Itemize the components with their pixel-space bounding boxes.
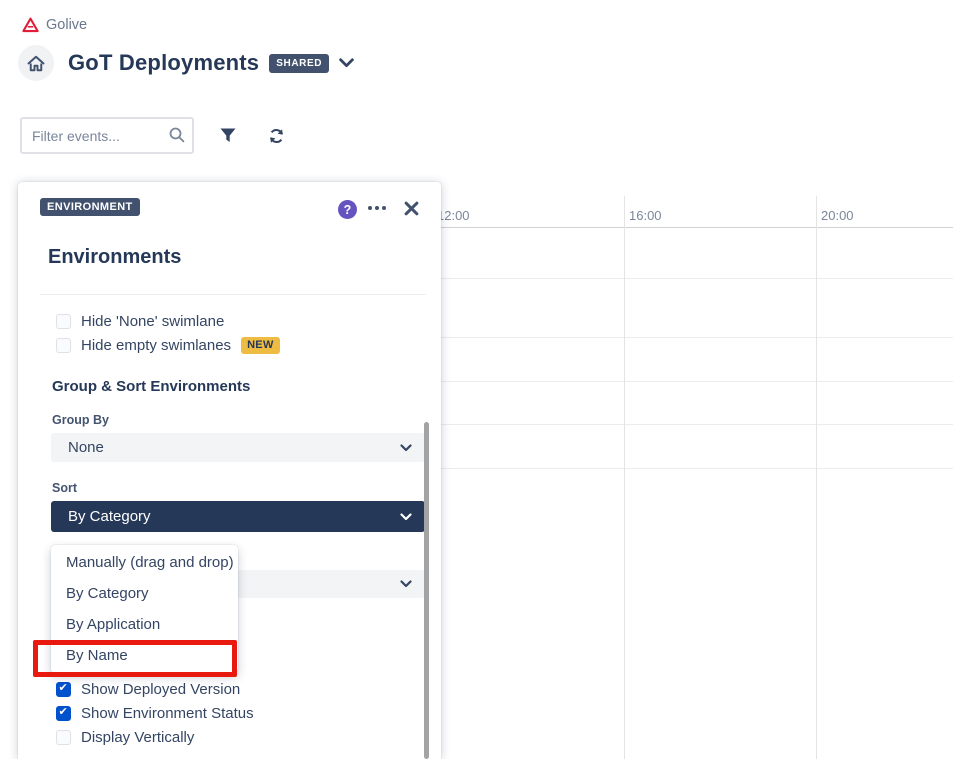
swimlane-row-line xyxy=(420,424,953,425)
sort-value: By Category xyxy=(51,508,151,525)
chevron-down-icon xyxy=(400,444,412,452)
checkbox[interactable] xyxy=(56,706,71,721)
ellipsis-icon xyxy=(368,206,372,210)
checkbox-show-environment-status[interactable]: Show Environment Status xyxy=(56,703,254,723)
checkbox[interactable] xyxy=(56,338,71,353)
chevron-down-icon xyxy=(400,513,412,521)
checkbox-hide-empty-swimlanes[interactable]: Hide empty swimlanes NEW xyxy=(56,335,280,355)
checkbox-label: Show Environment Status xyxy=(81,705,254,722)
search-icon xyxy=(169,127,185,143)
checkbox-label: Hide empty swimlanes xyxy=(81,337,231,354)
filter-funnel-button[interactable] xyxy=(216,124,240,147)
panel-title: Environments xyxy=(48,246,181,269)
swimlane-row-line xyxy=(420,468,953,469)
menu-item-by-category[interactable]: By Category xyxy=(51,578,238,609)
checkbox-label: Show Deployed Version xyxy=(81,681,240,698)
refresh-icon xyxy=(268,128,285,144)
page-title: GoT Deployments xyxy=(68,50,259,76)
swimlane-row-line xyxy=(420,381,953,382)
title-row: GoT Deployments SHARED xyxy=(18,45,354,81)
time-label: 12:00 xyxy=(437,208,470,223)
close-button[interactable] xyxy=(402,199,421,218)
close-icon xyxy=(404,201,419,216)
checkbox-label: Hide 'None' swimlane xyxy=(81,313,224,330)
panel-scrollbar-thumb[interactable] xyxy=(424,422,429,759)
brand-row: Golive xyxy=(22,17,87,33)
time-gridline-20 xyxy=(816,196,817,759)
checkbox-label: Display Vertically xyxy=(81,729,194,746)
title-chevron-down-icon[interactable] xyxy=(339,58,354,68)
checkbox[interactable] xyxy=(56,314,71,329)
sort-select[interactable]: By Category xyxy=(51,501,425,532)
chevron-down-icon xyxy=(400,580,412,588)
filter-field xyxy=(20,117,194,154)
timeline-header-line xyxy=(420,227,953,228)
toolbar xyxy=(20,117,289,154)
more-options-button[interactable] xyxy=(368,206,386,210)
swimlane-row-line xyxy=(420,337,953,338)
menu-item-by-application[interactable]: By Application xyxy=(51,609,238,640)
menu-item-manually[interactable]: Manually (drag and drop) xyxy=(51,547,238,578)
shared-badge: SHARED xyxy=(269,54,329,73)
question-mark-icon: ? xyxy=(344,203,352,217)
swimlane-row-line xyxy=(420,278,953,279)
golive-logo-icon xyxy=(22,17,39,33)
help-button[interactable]: ? xyxy=(338,200,357,219)
sort-dropdown-menu: Manually (drag and drop) By Category By … xyxy=(51,545,238,673)
checkbox-show-deployed-version[interactable]: Show Deployed Version xyxy=(56,679,240,699)
time-gridline-16 xyxy=(624,196,625,759)
checkbox[interactable] xyxy=(56,730,71,745)
home-button[interactable] xyxy=(18,45,54,81)
time-label: 20:00 xyxy=(821,208,854,223)
refresh-button[interactable] xyxy=(264,124,289,148)
time-label: 16:00 xyxy=(629,208,662,223)
sort-label: Sort xyxy=(52,481,77,495)
group-by-value: None xyxy=(51,439,104,456)
new-badge: NEW xyxy=(241,337,280,354)
golive-app: 12:00 16:00 20:00 Golive GoT Deployments… xyxy=(0,0,953,759)
filter-events-input[interactable] xyxy=(20,117,194,154)
menu-item-by-name[interactable]: By Name xyxy=(51,640,238,671)
environment-type-badge: ENVIRONMENT xyxy=(40,198,140,216)
group-by-select[interactable]: None xyxy=(51,433,425,462)
filter-funnel-icon xyxy=(220,128,236,143)
group-by-label: Group By xyxy=(52,413,109,427)
divider xyxy=(40,294,426,295)
group-sort-section-heading: Group & Sort Environments xyxy=(52,378,250,395)
brand-name: Golive xyxy=(46,17,87,33)
checkbox[interactable] xyxy=(56,682,71,697)
checkbox-display-vertically[interactable]: Display Vertically xyxy=(56,727,194,747)
checkbox-hide-none-swimlane[interactable]: Hide 'None' swimlane xyxy=(56,311,224,331)
home-icon xyxy=(27,55,45,72)
